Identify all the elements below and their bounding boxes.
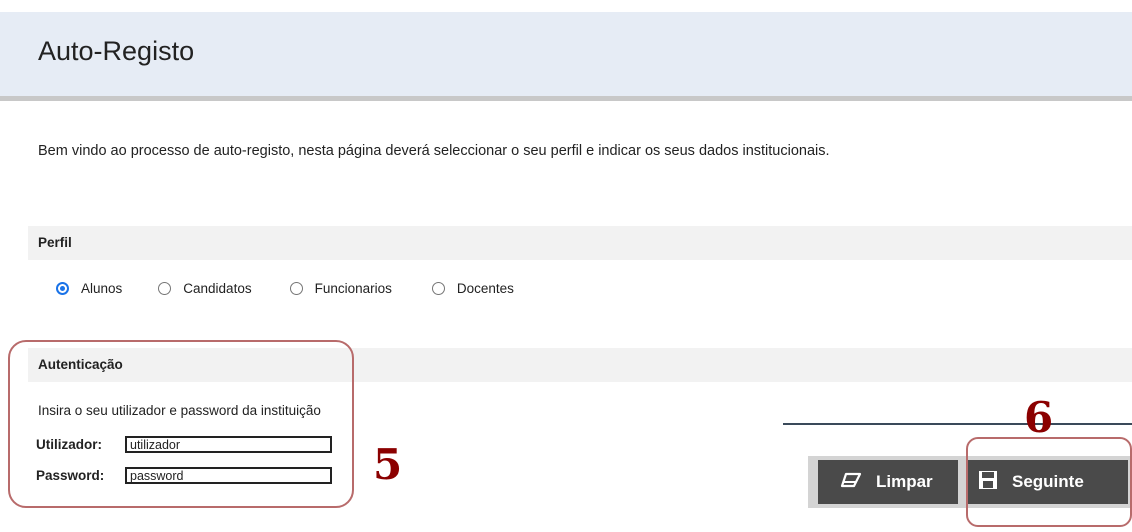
- radio-alunos[interactable]: [56, 281, 69, 295]
- perfil-radio-group: Alunos Candidatos Funcionarios Docentes: [56, 276, 550, 300]
- radio-option-candidatos[interactable]: Candidatos: [158, 281, 252, 296]
- clear-button[interactable]: Limpar: [818, 460, 958, 504]
- radio-option-funcionarios[interactable]: Funcionarios: [289, 281, 392, 296]
- radio-option-alunos[interactable]: Alunos: [56, 281, 122, 296]
- radio-label-docentes[interactable]: Docentes: [457, 281, 514, 296]
- perfil-section-header: [28, 226, 1132, 260]
- section-divider: [783, 423, 1132, 425]
- annotation-number-6: 6: [1024, 393, 1054, 442]
- radio-label-funcionarios[interactable]: Funcionarios: [315, 281, 392, 296]
- radio-label-alunos[interactable]: Alunos: [81, 281, 122, 296]
- eraser-icon: [840, 472, 876, 493]
- radio-funcionarios[interactable]: [289, 281, 303, 295]
- auth-highlight-outline: [8, 340, 354, 508]
- page-title: Auto-Registo: [38, 36, 195, 66]
- perfil-section-title: Perfil: [38, 235, 72, 250]
- clear-button-label[interactable]: Limpar: [876, 472, 933, 492]
- next-highlight-outline: [966, 437, 1132, 527]
- radio-docentes[interactable]: [431, 281, 445, 295]
- radio-candidatos[interactable]: [158, 281, 172, 295]
- annotation-number-5: 5: [373, 440, 403, 489]
- radio-label-candidatos[interactable]: Candidatos: [183, 281, 251, 296]
- intro-text: Bem vindo ao processo de auto-registo, n…: [38, 143, 830, 159]
- radio-option-docentes[interactable]: Docentes: [431, 281, 514, 296]
